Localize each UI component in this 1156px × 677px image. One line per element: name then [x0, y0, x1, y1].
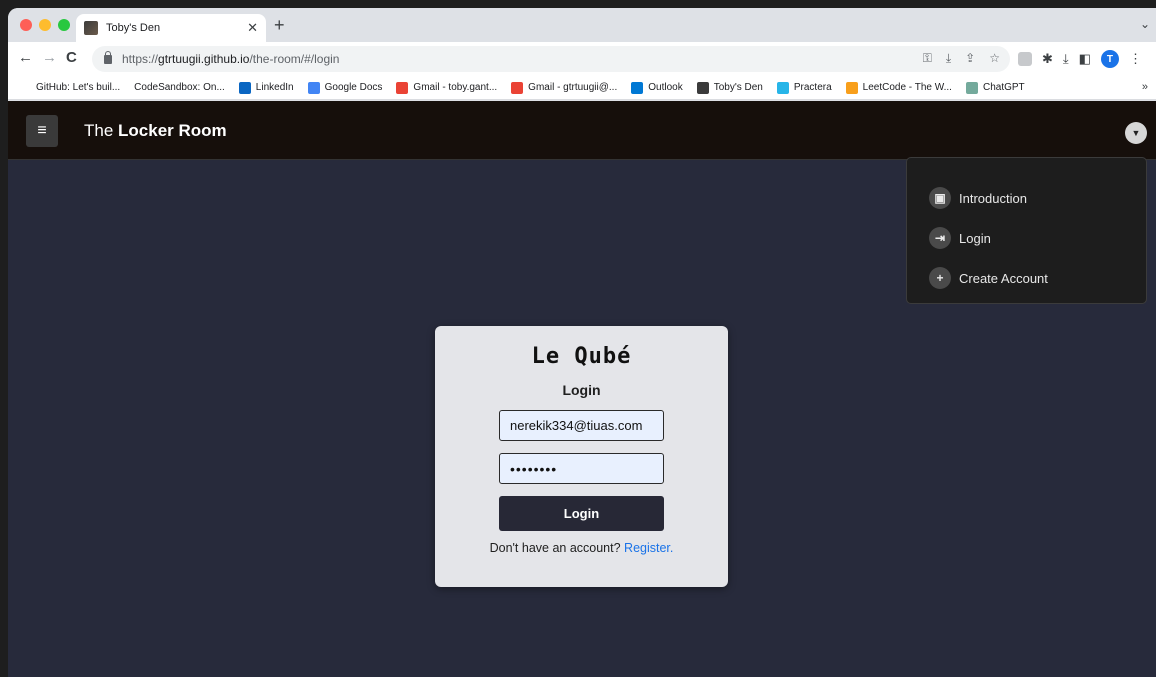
- bookmark-label: Practera: [793, 82, 832, 93]
- share-icon[interactable]: ⇪: [965, 51, 975, 66]
- side-panel-icon[interactable]: ◧: [1079, 51, 1091, 67]
- more-menu-icon[interactable]: ⋮: [1129, 51, 1142, 67]
- extension-icon[interactable]: [1018, 52, 1032, 66]
- url-text[interactable]: https://gtrtuugii.github.io/the-room/#/l…: [122, 52, 339, 66]
- register-prompt: Don't have an account? Register.: [489, 541, 674, 555]
- profile-icon: ▣: [929, 187, 951, 209]
- google-docs-icon: [307, 81, 320, 94]
- minimize-window-button[interactable]: [39, 19, 51, 31]
- tab-favicon-icon: [84, 21, 98, 35]
- bookmark-item[interactable]: Google Docs: [307, 81, 383, 94]
- close-window-button[interactable]: [20, 19, 32, 31]
- bookmark-item[interactable]: Toby's Den: [696, 81, 763, 94]
- password-field[interactable]: [499, 453, 664, 484]
- bookmarks-overflow-button[interactable]: »: [1142, 81, 1148, 93]
- address-bar[interactable]: https://gtrtuugii.github.io/the-room/#/l…: [92, 46, 1010, 72]
- bookmark-label: GitHub: Let's buil...: [36, 82, 121, 93]
- bookmark-label: Gmail - gtrtuugii@...: [528, 82, 618, 93]
- menu-item-label: Introduction: [959, 190, 1027, 206]
- bookmark-label: LinkedIn: [255, 82, 294, 93]
- login-button[interactable]: Login: [499, 496, 664, 531]
- login-icon: ⇥: [929, 227, 951, 249]
- reload-button[interactable]: C: [66, 50, 77, 66]
- gmail-icon: [511, 81, 524, 94]
- hamburger-menu-button[interactable]: ≡: [26, 115, 58, 147]
- bookmark-label: ChatGPT: [982, 82, 1025, 93]
- menu-item-create-account[interactable]: + Create Account: [907, 258, 1146, 298]
- card-brand-title: Le Qubé: [531, 344, 632, 369]
- menu-item-login[interactable]: ⇥ Login: [907, 218, 1146, 258]
- profile-avatar[interactable]: T: [1100, 50, 1119, 68]
- bookmarks-bar: GitHub: Let's buil... CodeSandbox: On... L…: [8, 76, 1156, 100]
- bookmark-item[interactable]: Gmail - toby.gant...: [396, 81, 498, 94]
- login-heading: Login: [562, 382, 601, 398]
- bookmark-item[interactable]: Gmail - gtrtuugii@...: [511, 81, 618, 94]
- maximize-window-button[interactable]: [58, 19, 70, 31]
- app-brand[interactable]: The Locker Room: [84, 121, 227, 141]
- bookmark-item[interactable]: Practera: [776, 81, 832, 94]
- menu-item-label: Login: [959, 230, 991, 246]
- web-page: ≡ The Locker Room ▼ ▣ Introduction ⇥ Log…: [8, 101, 1156, 677]
- menu-item-introduction[interactable]: ▣ Introduction: [907, 178, 1146, 218]
- puzzle-icon[interactable]: ✱: [1042, 51, 1053, 67]
- tab-search-button[interactable]: ⌄: [1140, 17, 1150, 31]
- bookmark-item[interactable]: CodeSandbox: On...: [134, 82, 225, 93]
- forward-button[interactable]: →: [42, 50, 57, 66]
- bookmark-item[interactable]: GitHub: Let's buil...: [36, 82, 120, 93]
- bookmark-label: Toby's Den: [713, 82, 763, 93]
- tab-strip: Toby's Den ✕ + ⌄: [8, 8, 1156, 42]
- tab-close-icon[interactable]: ✕: [247, 20, 258, 36]
- bookmark-label: Gmail - toby.gant...: [413, 82, 498, 93]
- practera-icon: [776, 81, 789, 94]
- plus-icon: +: [929, 267, 951, 289]
- bookmark-item[interactable]: Outlook: [631, 81, 683, 94]
- bookmark-item[interactable]: ChatGPT: [965, 81, 1025, 94]
- browser-tab[interactable]: Toby's Den ✕: [76, 14, 266, 42]
- menu-item-label: Create Account: [959, 270, 1048, 286]
- bookmark-item[interactable]: LeetCode - The W...: [845, 81, 952, 94]
- bookmark-item[interactable]: LinkedIn: [238, 81, 294, 94]
- star-icon[interactable]: ☆: [989, 51, 1000, 66]
- linkedin-icon: [238, 81, 251, 94]
- bookmark-label: CodeSandbox: On...: [134, 82, 225, 93]
- login-card: Le Qubé Login Login Don't have an accoun…: [435, 326, 728, 587]
- download-icon[interactable]: ⤓: [1063, 51, 1069, 67]
- app-navbar: ≡ The Locker Room ▼: [8, 101, 1156, 160]
- email-field[interactable]: [499, 410, 664, 441]
- register-link[interactable]: Register.: [624, 541, 673, 555]
- lock-icon[interactable]: [104, 50, 112, 64]
- user-dropdown-menu: ▣ Introduction ⇥ Login + Create Account: [906, 157, 1147, 304]
- back-button[interactable]: ←: [18, 50, 33, 66]
- tab-title: Toby's Den: [106, 22, 161, 34]
- key-icon[interactable]: ⚿: [923, 51, 932, 66]
- new-tab-button[interactable]: +: [274, 16, 285, 34]
- chatgpt-icon: [965, 81, 978, 94]
- user-menu-toggle-button[interactable]: ▼: [1125, 122, 1147, 144]
- install-icon[interactable]: ⤓: [946, 51, 951, 66]
- browser-window: Toby's Den ✕ + ⌄ ← → C https://gtrtuugii…: [8, 8, 1156, 677]
- gmail-icon: [396, 81, 409, 94]
- bookmark-label: Outlook: [648, 82, 683, 93]
- browser-toolbar: ← → C https://gtrtuugii.github.io/the-ro…: [8, 42, 1156, 76]
- outlook-icon: [631, 81, 644, 94]
- bookmark-label: Google Docs: [324, 82, 383, 93]
- tobys-den-icon: [696, 81, 709, 94]
- bookmark-label: LeetCode - The W...: [862, 82, 952, 93]
- leetcode-icon: [845, 81, 858, 94]
